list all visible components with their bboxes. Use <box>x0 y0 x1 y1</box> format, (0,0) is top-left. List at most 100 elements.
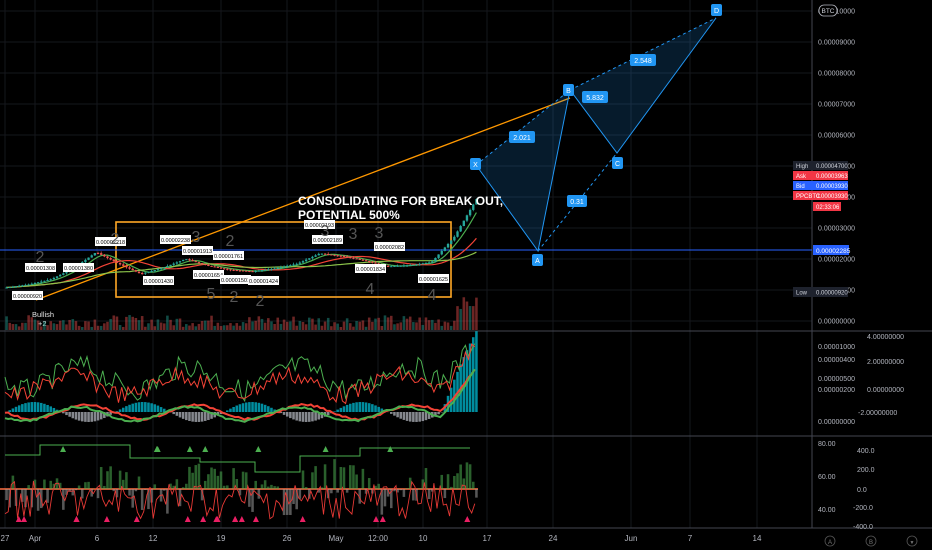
candle[interactable] <box>150 270 153 272</box>
candle[interactable] <box>459 226 462 232</box>
candle[interactable] <box>311 256 314 259</box>
candle[interactable] <box>21 285 24 287</box>
candle[interactable] <box>14 286 18 288</box>
candle[interactable] <box>172 263 175 265</box>
candle[interactable] <box>219 267 223 269</box>
candle[interactable] <box>96 253 100 255</box>
candle[interactable] <box>122 264 125 266</box>
candle[interactable] <box>342 256 346 258</box>
pattern-point-b[interactable]: B <box>563 84 574 96</box>
candle[interactable] <box>33 283 37 285</box>
candle[interactable] <box>188 259 191 261</box>
candle[interactable] <box>336 255 339 257</box>
candle[interactable] <box>106 256 109 259</box>
candle[interactable] <box>112 259 115 262</box>
candle[interactable] <box>282 266 286 268</box>
candle[interactable] <box>90 255 93 258</box>
candle[interactable] <box>8 287 11 289</box>
candle[interactable] <box>295 263 298 265</box>
candle[interactable] <box>431 261 434 263</box>
candle[interactable] <box>386 265 390 267</box>
candle[interactable] <box>222 268 226 270</box>
candle[interactable] <box>178 261 182 263</box>
candle[interactable] <box>191 260 194 262</box>
candle[interactable] <box>446 243 450 248</box>
candle[interactable] <box>415 264 418 266</box>
candle[interactable] <box>355 258 358 260</box>
candle[interactable] <box>36 282 40 284</box>
candle[interactable] <box>434 257 437 262</box>
candle[interactable] <box>248 270 251 272</box>
candle[interactable] <box>232 269 235 271</box>
macd-panel[interactable]: 0.00000000 0.00000200 0.00000400 0.00000500… <box>4 331 904 426</box>
candle[interactable] <box>65 271 68 274</box>
candle[interactable] <box>128 267 131 269</box>
candle[interactable] <box>109 258 112 260</box>
candle[interactable] <box>418 263 421 265</box>
candle[interactable] <box>46 280 49 282</box>
candle[interactable] <box>254 270 257 272</box>
candle[interactable] <box>52 277 56 280</box>
candle[interactable] <box>349 257 352 259</box>
candle[interactable] <box>87 257 90 260</box>
candle[interactable] <box>330 254 333 256</box>
candle[interactable] <box>30 283 33 285</box>
candle[interactable] <box>327 254 330 256</box>
candle[interactable] <box>443 247 447 251</box>
candle[interactable] <box>361 259 365 261</box>
candle[interactable] <box>450 240 453 244</box>
candles[interactable] <box>5 198 478 289</box>
candle[interactable] <box>374 262 377 264</box>
chart-canvas[interactable]: X A B C D 2.021 5.832 0.31 2.548 0.00000… <box>0 0 932 550</box>
symbol-badge[interactable]: BTC <box>818 4 838 17</box>
candle[interactable] <box>409 265 412 267</box>
footer-icon-b[interactable]: B <box>865 535 877 547</box>
candle[interactable] <box>140 273 144 275</box>
candle[interactable] <box>181 259 185 262</box>
candle[interactable] <box>204 264 207 266</box>
candle[interactable] <box>55 276 59 278</box>
pattern-ratio-label[interactable]: 0.31 <box>567 195 587 207</box>
candle[interactable] <box>368 260 371 262</box>
candle[interactable] <box>84 259 87 263</box>
candle[interactable] <box>279 267 283 269</box>
candle[interactable] <box>323 253 327 255</box>
footer-icon-a[interactable]: A <box>824 535 836 547</box>
candle[interactable] <box>194 261 197 263</box>
annotation-line-2[interactable]: POTENTIAL 500% <box>298 208 400 222</box>
candle[interactable] <box>317 253 320 256</box>
candle[interactable] <box>427 262 431 264</box>
candle[interactable] <box>200 263 204 265</box>
pattern-ratio-label[interactable]: 2.021 <box>509 131 535 143</box>
candle[interactable] <box>301 261 305 263</box>
candle[interactable] <box>364 260 368 262</box>
pattern-point-a[interactable]: A <box>532 254 543 266</box>
candle[interactable] <box>153 270 156 272</box>
candle[interactable] <box>286 265 289 267</box>
candle[interactable] <box>267 269 270 271</box>
candle[interactable] <box>251 271 254 273</box>
candle[interactable] <box>245 270 248 272</box>
candle[interactable] <box>241 270 245 272</box>
candle[interactable] <box>453 236 456 241</box>
candle[interactable] <box>333 254 336 256</box>
candle[interactable] <box>11 286 15 288</box>
candle[interactable] <box>147 271 150 273</box>
candle[interactable] <box>437 254 440 258</box>
candle[interactable] <box>134 270 138 272</box>
candle[interactable] <box>166 266 169 268</box>
candle[interactable] <box>5 287 8 289</box>
time-axis[interactable]: 27 Apr 6 12 19 26 May 12:00 10 17 24 Jun 7 14 <box>1 534 762 543</box>
candle[interactable] <box>292 264 295 266</box>
candle[interactable] <box>100 253 103 255</box>
annotation-line-1[interactable]: CONSOLIDATING FOR BREAK OUT, <box>298 194 503 208</box>
candle[interactable] <box>27 284 30 286</box>
candle[interactable] <box>424 262 428 264</box>
candle[interactable] <box>339 255 343 257</box>
candle[interactable] <box>62 273 65 275</box>
candle[interactable] <box>456 231 459 237</box>
candle[interactable] <box>163 267 166 269</box>
footer-icon-collapse[interactable]: ▼ <box>906 535 918 547</box>
candle[interactable] <box>207 264 210 266</box>
candle[interactable] <box>263 269 267 271</box>
